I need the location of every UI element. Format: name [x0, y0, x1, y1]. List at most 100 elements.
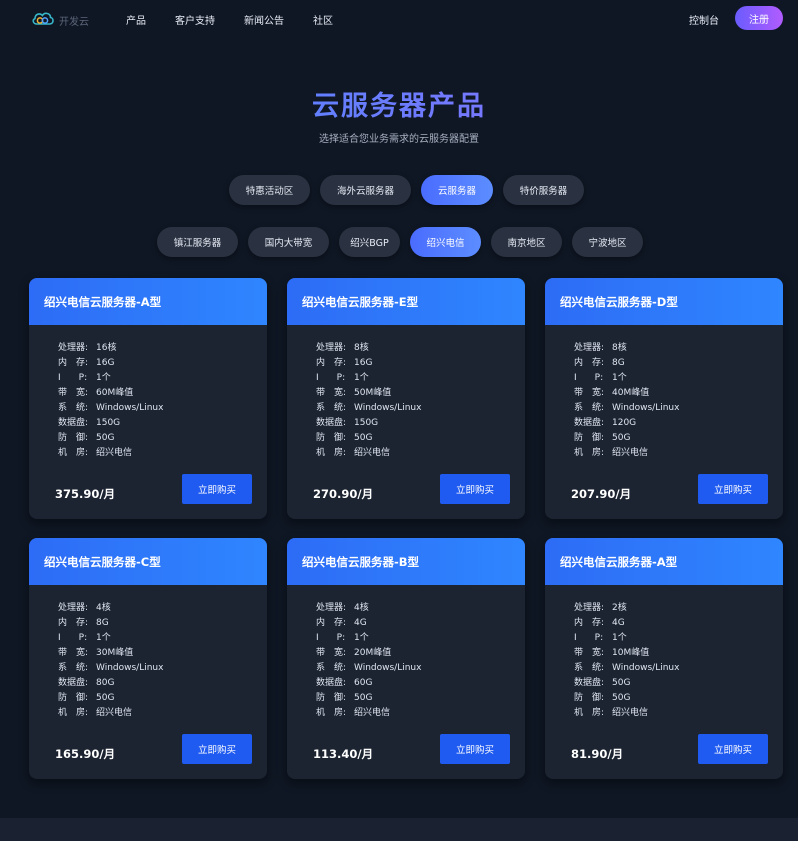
spec-row: 内 存: 4G — [316, 616, 421, 631]
spec-list: 处理器: 4核内 存: 4G I P: 1个带 宽: 20M峰值系 统: Windows/L… — [316, 601, 421, 721]
spec-label: 处理器: — [574, 343, 605, 353]
spec-value: 4核 — [96, 603, 111, 613]
product-title: 绍兴电信云服务器-D型 — [545, 278, 783, 325]
nav-item-products[interactable]: 产品 — [126, 12, 146, 27]
spec-row: 系 统: Windows/Linux — [316, 661, 421, 676]
spec-value: 2核 — [612, 603, 627, 613]
spec-row: 数据盘: 150G — [58, 416, 163, 431]
spec-row: 内 存: 16G — [58, 356, 163, 371]
spec-label: 带 宽: — [58, 648, 89, 658]
spec-value: 50G — [612, 678, 631, 688]
buy-now-button[interactable]: 立即购买 — [698, 474, 768, 504]
spec-label: I P: — [316, 633, 346, 643]
buy-now-button[interactable]: 立即购买 — [182, 474, 252, 504]
spec-label: 机 房: — [58, 708, 89, 718]
buy-now-button[interactable]: 立即购买 — [440, 474, 510, 504]
spec-label: 数据盘: — [58, 418, 89, 428]
spec-row: 防 御: 50G — [316, 691, 421, 706]
product-card: 绍兴电信云服务器-C型 处理器: 4核内 存: 8G I P: 1个带 宽: 30M峰值系 … — [29, 538, 267, 779]
spec-label: 机 房: — [316, 708, 347, 718]
product-card: 绍兴电信云服务器-A型 处理器: 2核内 存: 4G I P: 1个带 宽: 10M峰值系 … — [545, 538, 783, 779]
spec-value: 绍兴电信 — [96, 708, 133, 718]
spec-label: 处理器: — [574, 603, 605, 613]
tab-overseas-servers[interactable]: 海外云服务器 — [320, 175, 411, 205]
spec-row: I P: 1个 — [58, 631, 163, 646]
buy-now-button[interactable]: 立即购买 — [440, 734, 510, 764]
region-tab-domestic-bandwidth[interactable]: 国内大带宽 — [248, 227, 329, 257]
tab-special-offers[interactable]: 特惠活动区 — [229, 175, 310, 205]
spec-label: 机 房: — [574, 708, 605, 718]
console-link[interactable]: 控制台 — [689, 12, 719, 27]
spec-value: Windows/Linux — [354, 663, 422, 673]
product-title: 绍兴电信云服务器-B型 — [287, 538, 525, 585]
tab-discount-servers[interactable]: 特价服务器 — [503, 175, 584, 205]
spec-value: Windows/Linux — [612, 403, 680, 413]
region-tab-nanjing[interactable]: 南京地区 — [491, 227, 562, 257]
spec-row: 机 房: 绍兴电信 — [316, 706, 421, 721]
spec-value: 1个 — [96, 373, 111, 383]
product-card: 绍兴电信云服务器-E型 处理器: 8核内 存: 16G I P: 1个带 宽: 50M峰值系… — [287, 278, 525, 519]
product-price: 270.90/月 — [313, 487, 374, 501]
spec-value: Windows/Linux — [612, 663, 680, 673]
spec-value: 50G — [612, 693, 631, 703]
spec-value: 40M峰值 — [612, 388, 650, 398]
nav-item-community[interactable]: 社区 — [313, 12, 333, 27]
register-button[interactable]: 注册 — [735, 6, 783, 30]
spec-value: 150G — [354, 418, 379, 428]
spec-label: 数据盘: — [574, 678, 605, 688]
spec-row: 带 宽: 20M峰值 — [316, 646, 421, 661]
spec-label: I P: — [58, 633, 88, 643]
spec-value: 50G — [612, 433, 631, 443]
spec-label: 带 宽: — [574, 388, 605, 398]
product-price: 207.90/月 — [571, 487, 632, 501]
spec-row: I P: 1个 — [316, 631, 421, 646]
tab-cloud-servers[interactable]: 云服务器 — [421, 175, 493, 205]
spec-row: 内 存: 8G — [574, 356, 679, 371]
spec-row: 系 统: Windows/Linux — [58, 661, 163, 676]
spec-label: I P: — [574, 633, 604, 643]
spec-row: 系 统: Windows/Linux — [58, 401, 163, 416]
spec-label: 数据盘: — [58, 678, 89, 688]
spec-label: 机 房: — [58, 448, 89, 458]
spec-row: 带 宽: 50M峰值 — [316, 386, 421, 401]
spec-label: 系 统: — [316, 663, 347, 673]
spec-row: I P: 1个 — [574, 631, 679, 646]
spec-row: 数据盘: 150G — [316, 416, 421, 431]
spec-row: 内 存: 8G — [58, 616, 163, 631]
spec-label: 防 御: — [574, 433, 605, 443]
top-navbar: 开发云 产品 客户支持 新闻公告 社区 控制台 注册 — [0, 0, 798, 38]
nav-item-support[interactable]: 客户支持 — [175, 12, 215, 27]
spec-label: 带 宽: — [58, 388, 89, 398]
spec-value: Windows/Linux — [96, 403, 164, 413]
spec-row: 防 御: 50G — [316, 431, 421, 446]
nav-item-news[interactable]: 新闻公告 — [244, 12, 284, 27]
product-title: 绍兴电信云服务器-A型 — [545, 538, 783, 585]
spec-label: 防 御: — [316, 433, 347, 443]
spec-row: 机 房: 绍兴电信 — [574, 446, 679, 461]
spec-value: 50G — [96, 693, 115, 703]
region-tab-shaoxing-telecom[interactable]: 绍兴电信 — [410, 227, 481, 257]
spec-value: 50G — [354, 693, 373, 703]
spec-row: 内 存: 4G — [574, 616, 679, 631]
spec-label: 系 统: — [574, 403, 605, 413]
spec-label: 防 御: — [574, 693, 605, 703]
spec-row: 处理器: 2核 — [574, 601, 679, 616]
spec-row: 处理器: 4核 — [316, 601, 421, 616]
spec-row: 数据盘: 60G — [316, 676, 421, 691]
spec-label: 带 宽: — [316, 388, 347, 398]
spec-value: 8G — [612, 358, 625, 368]
spec-value: 16核 — [96, 343, 117, 353]
logo[interactable]: 开发云 — [31, 9, 89, 31]
buy-now-button[interactable]: 立即购买 — [182, 734, 252, 764]
product-card: 绍兴电信云服务器-A型 处理器: 16核内 存: 16G I P: 1个带 宽: 60M峰值… — [29, 278, 267, 519]
region-tab-zhenjiang[interactable]: 镇江服务器 — [157, 227, 238, 257]
spec-list: 处理器: 8核内 存: 16G I P: 1个带 宽: 50M峰值系 统: Windows/… — [316, 341, 421, 461]
region-tab-shaoxing-bgp[interactable]: 绍兴BGP — [339, 227, 400, 257]
spec-label: 机 房: — [316, 448, 347, 458]
region-tab-ningbo[interactable]: 宁波地区 — [572, 227, 643, 257]
product-price: 165.90/月 — [55, 747, 116, 761]
buy-now-button[interactable]: 立即购买 — [698, 734, 768, 764]
spec-row: 系 统: Windows/Linux — [574, 401, 679, 416]
spec-row: 数据盘: 50G — [574, 676, 679, 691]
spec-label: 内 存: — [574, 618, 605, 628]
